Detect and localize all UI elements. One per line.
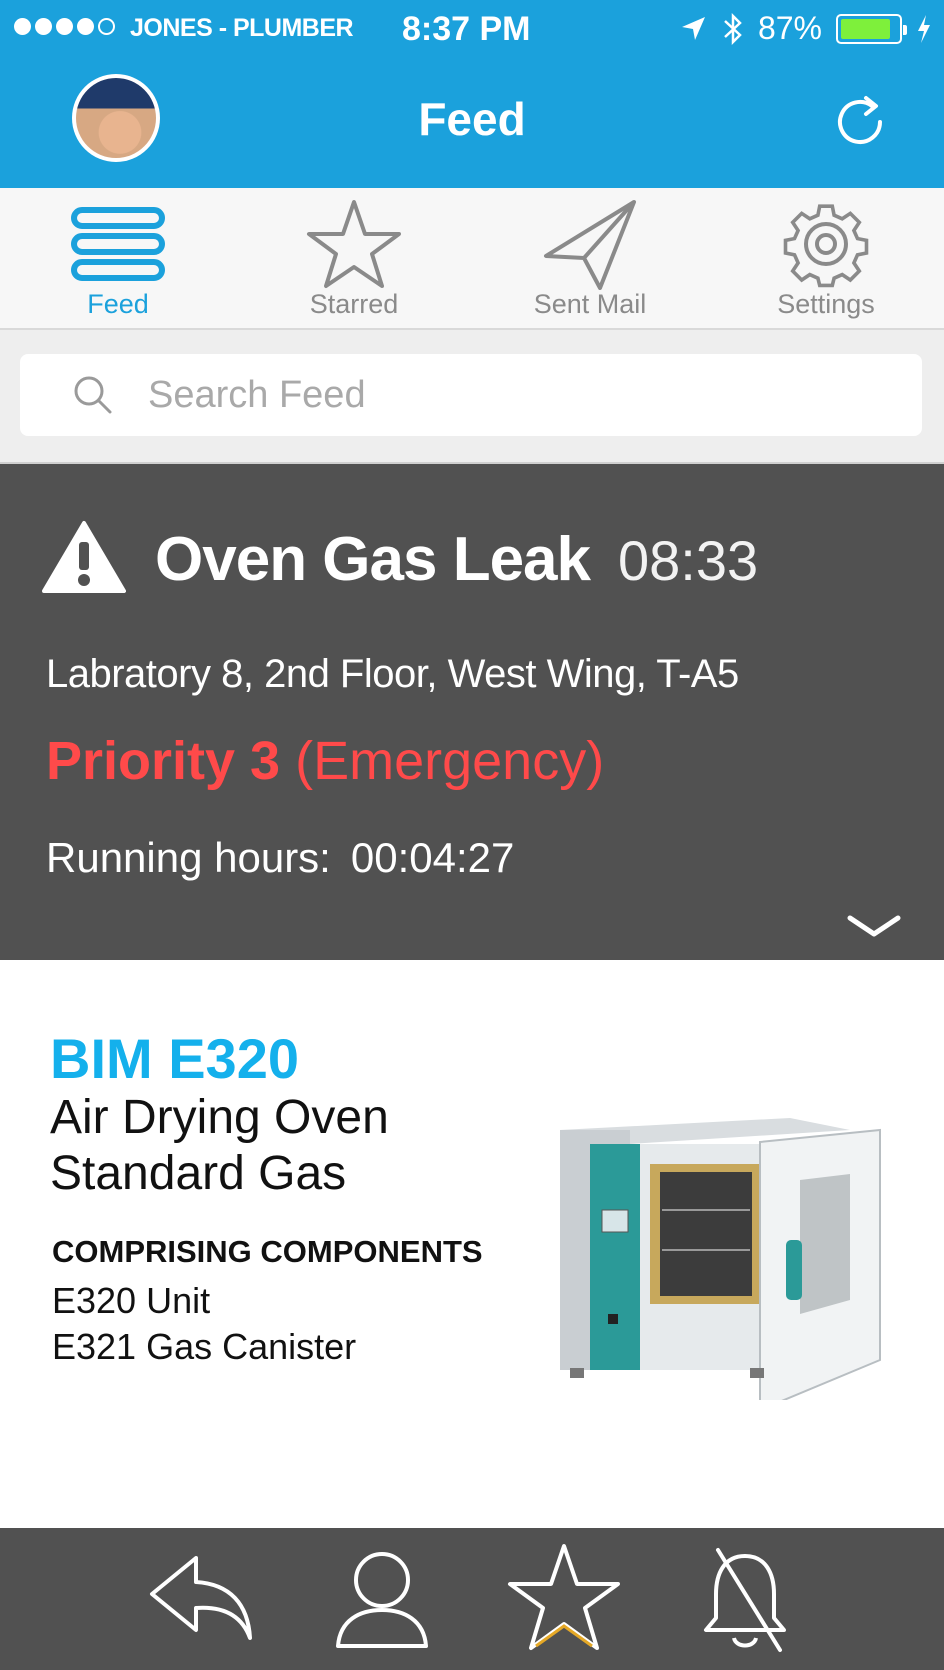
running-hours-value: 00:04:27 (350, 834, 515, 881)
list-icon (71, 207, 165, 281)
refresh-icon[interactable] (832, 92, 892, 152)
tab-label: Starred (309, 289, 399, 319)
star-icon (307, 200, 401, 288)
tab-sent-mail[interactable]: Sent Mail (472, 188, 708, 328)
tab-label: Sent Mail (533, 289, 647, 319)
alert-location: Labratory 8, 2nd Floor, West Wing, T-A5 (46, 652, 739, 696)
charging-bolt-icon (918, 14, 930, 43)
warning-icon (42, 521, 126, 593)
product-model: BIM E320 (50, 1027, 299, 1090)
priority-level: Priority 3 (46, 731, 281, 791)
search-box[interactable] (20, 354, 922, 436)
alert-card[interactable]: Oven Gas Leak 08:33 Labratory 8, 2nd Flo… (0, 464, 944, 960)
status-time: 8:37 PM (402, 10, 531, 48)
reply-icon[interactable] (146, 1546, 256, 1646)
tab-starred[interactable]: Starred (236, 188, 472, 328)
running-hours-label: Running hours: (46, 834, 331, 881)
tab-settings[interactable]: Settings (708, 188, 944, 328)
running-hours: Running hours: 00:04:27 (46, 834, 514, 882)
product-desc-line: Air Drying Oven (50, 1091, 389, 1144)
search-input[interactable] (148, 354, 888, 436)
paper-plane-icon (544, 200, 636, 290)
component-item: E320 Unit (52, 1280, 211, 1321)
tab-bar: Feed Starred Sent Mail Settings (0, 188, 944, 330)
tab-label: Feed (87, 289, 149, 319)
signal-strength-icon (14, 18, 115, 35)
priority-text: Priority 3 (Emergency) (46, 730, 604, 792)
bell-off-icon[interactable] (700, 1546, 790, 1656)
location-arrow-icon (681, 16, 705, 40)
app-header: JONES - PLUMBER 8:37 PM 87% Feed (0, 0, 944, 188)
oven-image (560, 1118, 881, 1400)
gear-icon (783, 204, 869, 288)
alert-time: 08:33 (618, 529, 759, 592)
status-bar: JONES - PLUMBER 8:37 PM 87% (0, 0, 944, 56)
page-title: Feed (418, 93, 526, 145)
bottom-toolbar (0, 1528, 944, 1670)
product-description: Air Drying Oven Standard Gas (50, 1090, 389, 1202)
user-icon[interactable] (332, 1546, 432, 1650)
star-icon[interactable] (506, 1542, 622, 1652)
chevron-down-icon[interactable] (846, 912, 902, 940)
components-list: E320 Unit E321 Gas Canister (52, 1278, 356, 1370)
bluetooth-icon (724, 12, 742, 45)
component-item: E321 Gas Canister (52, 1326, 357, 1367)
product-desc-line: Standard Gas (50, 1147, 347, 1200)
product-details: BIM E320 Air Drying Oven Standard Gas CO… (0, 960, 944, 1528)
priority-type: (Emergency) (295, 731, 605, 791)
tab-feed[interactable]: Feed (0, 188, 236, 328)
components-heading: COMPRISING COMPONENTS (52, 1234, 483, 1269)
battery-percentage: 87% (757, 10, 822, 46)
search-icon (74, 376, 112, 414)
battery-icon (836, 13, 907, 44)
search-bar (0, 330, 944, 464)
alert-title: Oven Gas Leak (155, 525, 591, 594)
carrier-name: JONES - PLUMBER (130, 14, 354, 42)
tab-label: Settings (777, 289, 875, 319)
